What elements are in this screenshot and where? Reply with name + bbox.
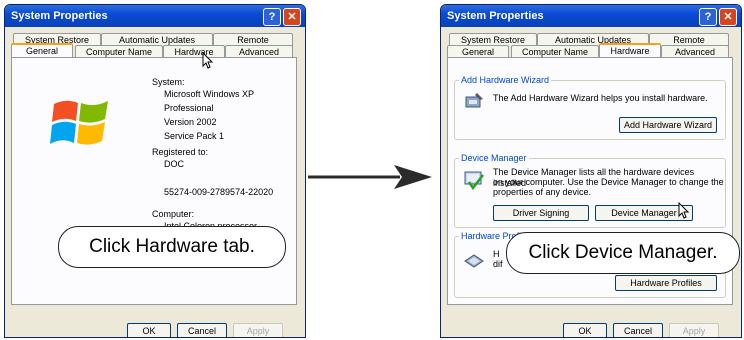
close-button[interactable]: ✕ [719, 8, 737, 26]
system-properties-window-right: System Properties ? ✕ System Restore Aut… [440, 4, 742, 338]
apply-button[interactable]: Apply [669, 323, 719, 337]
registered-name: DOC [164, 159, 184, 169]
ok-button[interactable]: OK [563, 323, 607, 337]
cancel-button[interactable]: Cancel [613, 323, 663, 337]
system-label: System: [152, 77, 185, 87]
wizard-description: The Add Hardware Wizard helps you instal… [493, 93, 708, 103]
arrow-right-icon [308, 165, 432, 189]
help-button[interactable]: ? [699, 8, 717, 26]
mouse-pointer-icon [202, 52, 214, 69]
device-manager-icon [464, 171, 484, 191]
add-hardware-wizard-title: Add Hardware Wizard [459, 75, 552, 85]
mouse-pointer-icon [678, 202, 690, 219]
apply-button[interactable]: Apply [233, 323, 283, 337]
service-pack: Service Pack 1 [164, 131, 225, 141]
device-manager-description-3: properties of any device. [493, 187, 592, 197]
add-hardware-wizard-group: Add Hardware Wizard The Add Hardware Wiz… [454, 75, 726, 140]
window-title: System Properties [11, 10, 108, 22]
add-hardware-wizard-button[interactable]: Add Hardware Wizard [619, 117, 717, 133]
hardware-profiles-icon [464, 254, 484, 268]
title-bar: System Properties ? ✕ [441, 5, 741, 27]
callout-click-hardware: Click Hardware tab. [58, 226, 286, 268]
os-edition: Professional [164, 103, 214, 113]
callout-click-device-manager: Click Device Manager. [506, 232, 740, 274]
os-name: Microsoft Windows XP [164, 89, 255, 99]
title-bar: System Properties ? ✕ [5, 5, 305, 27]
cancel-button[interactable]: Cancel [177, 323, 227, 337]
hardware-profiles-description-2: dif [493, 259, 503, 269]
windows-logo-icon [50, 100, 108, 145]
hardware-profiles-button[interactable]: Hardware Profiles [615, 275, 717, 291]
os-version: Version 2002 [164, 117, 217, 127]
system-properties-window-left: System Properties ? ✕ System Restore Aut… [4, 4, 306, 338]
ok-button[interactable]: OK [127, 323, 171, 337]
computer-label: Computer: [152, 209, 195, 219]
window-title: System Properties [447, 10, 544, 22]
close-button[interactable]: ✕ [283, 8, 301, 26]
device-manager-title: Device Manager [459, 153, 529, 163]
driver-signing-button[interactable]: Driver Signing [493, 205, 589, 221]
hardware-wizard-icon [465, 93, 483, 108]
product-id: 55274-009-2789574-22020 [164, 187, 274, 197]
registered-label: Registered to: [152, 147, 209, 157]
help-button[interactable]: ? [263, 8, 281, 26]
